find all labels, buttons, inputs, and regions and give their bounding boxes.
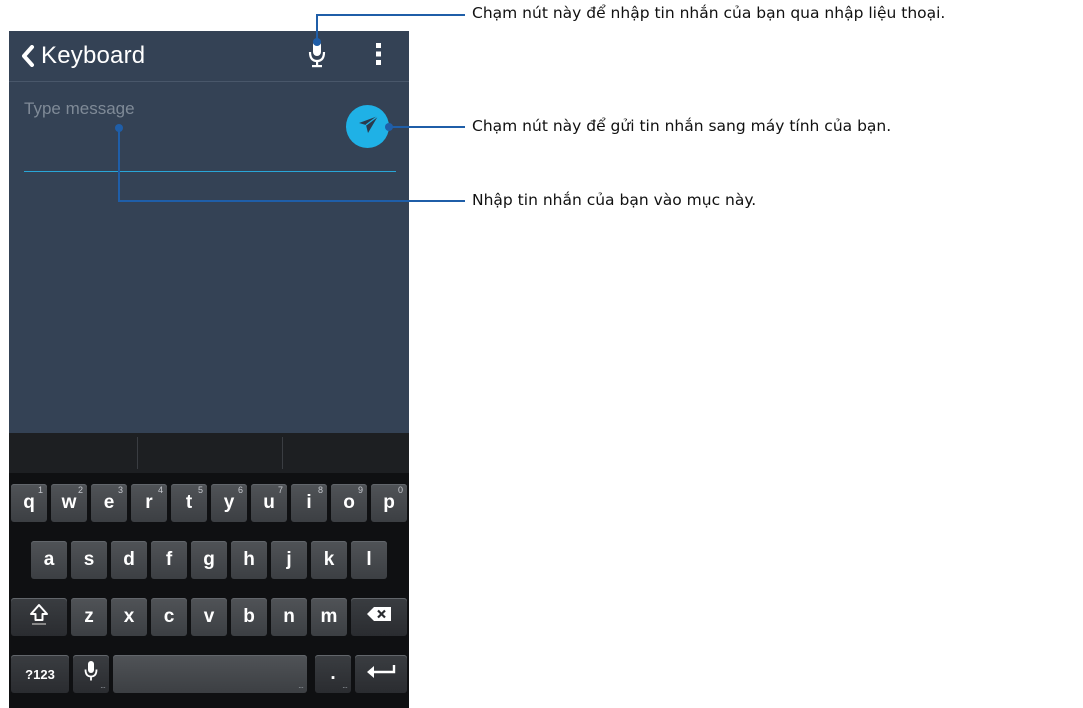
- key-g[interactable]: g: [191, 541, 227, 579]
- callout-send-text: Chạm nút này để gửi tin nhắn sang máy tí…: [472, 117, 892, 135]
- key-n[interactable]: n: [271, 598, 307, 636]
- key-f[interactable]: f: [151, 541, 187, 579]
- key-c[interactable]: c: [151, 598, 187, 636]
- key-o[interactable]: o9: [331, 484, 367, 522]
- space-key[interactable]: ···: [113, 655, 307, 693]
- key-x[interactable]: x: [111, 598, 147, 636]
- enter-arrow-icon: [366, 663, 396, 685]
- shift-key[interactable]: [11, 598, 67, 636]
- callout-line-send: [389, 126, 465, 128]
- key-d[interactable]: d: [111, 541, 147, 579]
- key-v[interactable]: v: [191, 598, 227, 636]
- key-u[interactable]: u7: [251, 484, 287, 522]
- key-e[interactable]: e3: [91, 484, 127, 522]
- key-q[interactable]: q1: [11, 484, 47, 522]
- key-y[interactable]: y6: [211, 484, 247, 522]
- callout-line-mic: [316, 14, 465, 16]
- key-h[interactable]: h: [231, 541, 267, 579]
- suggestion-divider: [137, 437, 138, 469]
- phone-screen: Keyboard Type message q 1 w 2 e 3 r 4 t …: [9, 31, 409, 708]
- key-l[interactable]: l: [351, 541, 387, 579]
- callout-line-input: [118, 200, 465, 202]
- keyboard-voice-key[interactable]: ···: [73, 655, 109, 693]
- key-k[interactable]: k: [311, 541, 347, 579]
- backspace-icon: [366, 606, 392, 628]
- backspace-key[interactable]: [351, 598, 407, 636]
- enter-key[interactable]: [355, 655, 407, 693]
- key-b[interactable]: b: [231, 598, 267, 636]
- suggestion-strip: [9, 433, 409, 473]
- symbols-key[interactable]: ?123: [11, 655, 69, 693]
- key-r[interactable]: r4: [131, 484, 167, 522]
- more-options-button[interactable]: [367, 39, 391, 73]
- key-i[interactable]: i8: [291, 484, 327, 522]
- key-p[interactable]: p0: [371, 484, 407, 522]
- callout-line-input: [118, 128, 120, 202]
- key-a[interactable]: a: [31, 541, 67, 579]
- microphone-icon: [84, 660, 98, 688]
- key-j[interactable]: j: [271, 541, 307, 579]
- message-input[interactable]: Type message: [24, 97, 396, 172]
- shift-arrow-icon: [29, 603, 49, 631]
- key-s[interactable]: s: [71, 541, 107, 579]
- paper-plane-icon: [357, 114, 379, 139]
- chevron-left-icon: [21, 45, 35, 67]
- more-vertical-icon: [376, 42, 382, 71]
- back-button[interactable]: Keyboard: [21, 38, 145, 74]
- period-key[interactable]: . ···: [315, 655, 351, 693]
- suggestion-divider: [282, 437, 283, 469]
- on-screen-keyboard: q1 w2 e3 r4 t5 y6 u7 i8 o9 p0 a s d f g …: [9, 433, 409, 708]
- key-w[interactable]: w2: [51, 484, 87, 522]
- app-bar: Keyboard: [9, 31, 409, 82]
- send-button[interactable]: [346, 105, 389, 148]
- callout-line-mic: [316, 15, 318, 41]
- callout-mic-text: Chạm nút này để nhập tin nhắn của bạn qu…: [472, 4, 946, 22]
- key-z[interactable]: z: [71, 598, 107, 636]
- key-t[interactable]: t5: [171, 484, 207, 522]
- message-placeholder: Type message: [24, 99, 135, 118]
- app-title: Keyboard: [41, 42, 146, 69]
- callout-input-text: Nhập tin nhắn của bạn vào mục này.: [472, 191, 757, 209]
- key-m[interactable]: m: [311, 598, 347, 636]
